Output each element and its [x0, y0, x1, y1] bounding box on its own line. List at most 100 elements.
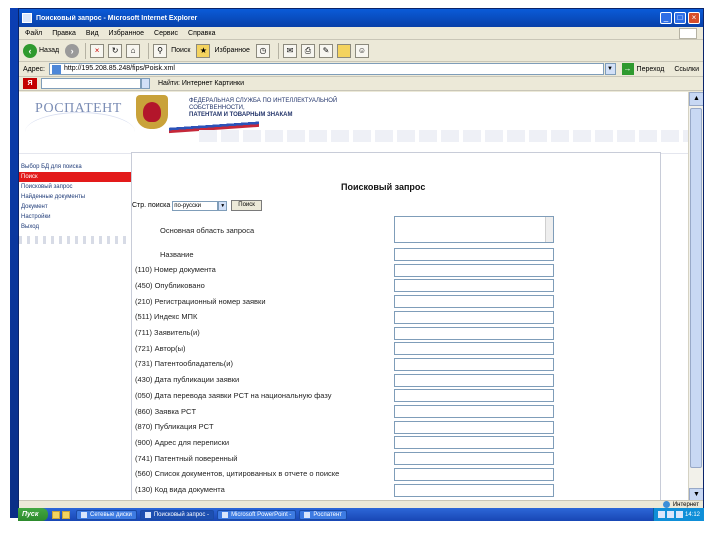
address-input[interactable]: http://195.208.85.248/fips/Poisk.xml — [48, 63, 604, 75]
menu-help[interactable]: Справка — [188, 30, 215, 37]
messenger-icon[interactable]: ☺ — [354, 43, 369, 58]
nav-divider — [19, 236, 127, 244]
search-button[interactable]: ⚲ Поиск — [153, 42, 190, 60]
main-query-label: Основная область запроса — [160, 225, 255, 235]
form-field-input[interactable] — [394, 342, 554, 356]
nav-item-exit[interactable]: Выход — [19, 222, 131, 232]
close-button[interactable]: × — [688, 12, 700, 24]
tray-icon[interactable] — [675, 511, 683, 518]
form-field-input[interactable] — [394, 326, 554, 340]
menu-view[interactable]: Вид — [86, 30, 99, 37]
form-field-row: (870) Публикация PCT — [135, 420, 555, 434]
yandex-logo-icon[interactable]: Я — [23, 78, 37, 89]
chevron-down-icon[interactable]: ▼ — [218, 200, 228, 211]
links-button[interactable]: Ссылки — [674, 66, 699, 73]
site-subtitle-line2: ПАТЕНТАМ И ТОВАРНЫМ ЗНАКАМ — [189, 112, 293, 118]
search-submit-button[interactable]: Поиск — [231, 200, 262, 211]
yandex-dropdown-icon[interactable] — [141, 78, 150, 89]
forward-button[interactable]: › — [65, 43, 80, 58]
form-field-label: Название — [160, 249, 194, 259]
folder-icon[interactable] — [336, 43, 351, 58]
form-field-row: (860) Заявка PCT — [135, 404, 555, 418]
stop-icon[interactable]: × — [90, 43, 105, 58]
search-icon: ⚲ — [153, 43, 168, 58]
yandex-search-input[interactable] — [41, 78, 141, 89]
form-field-row: (511) Индекс МПК — [135, 310, 555, 324]
vertical-scrollbar[interactable]: ▲ ▼ — [688, 92, 703, 502]
refresh-icon[interactable]: ↻ — [108, 43, 123, 58]
search-label: Поиск — [171, 47, 191, 54]
task-label: Поисковый запрос - — [153, 511, 210, 518]
form-field-input[interactable] — [394, 248, 554, 261]
quick-launch-icon[interactable] — [52, 510, 60, 519]
form-field-input[interactable] — [394, 483, 554, 497]
form-field-input[interactable] — [394, 452, 554, 466]
address-dropdown-icon[interactable]: ▼ — [604, 63, 616, 75]
menu-bar: Файл Правка Вид Избранное Сервис Справка — [19, 27, 703, 40]
globe-icon — [662, 501, 670, 508]
print-icon[interactable]: ⎙ — [300, 43, 315, 58]
nav-item-select-db[interactable]: Выбор БД для поиска — [19, 162, 131, 172]
task-search-query[interactable]: Поисковый запрос - — [139, 509, 215, 520]
nav-item-settings[interactable]: Настройки — [19, 212, 131, 222]
go-button[interactable]: → Переход — [621, 63, 664, 75]
mail-icon[interactable]: ✉ — [282, 43, 297, 58]
task-label: Сетевые диски — [90, 511, 132, 518]
status-zone: Интернет — [662, 501, 699, 508]
start-button[interactable]: Пуск — [18, 508, 48, 521]
side-nav: Выбор БД для поиска Поиск Поисковый запр… — [19, 162, 131, 244]
form-field-input[interactable] — [394, 373, 554, 387]
main-query-textarea[interactable] — [394, 216, 554, 243]
form-field-input[interactable] — [394, 467, 554, 481]
menu-edit[interactable]: Правка — [52, 30, 76, 37]
tray-icon[interactable] — [666, 511, 674, 518]
nav-item-search[interactable]: Поиск — [19, 172, 131, 182]
search-language-select[interactable]: по-русски — [172, 200, 219, 211]
toolbar-separator — [148, 42, 150, 59]
edit-icon[interactable]: ✎ — [318, 43, 333, 58]
go-arrow-icon: → — [621, 63, 634, 75]
form-field-input[interactable] — [394, 405, 554, 418]
history-icon[interactable]: ◷ — [255, 43, 270, 58]
address-label: Адрес: — [23, 65, 45, 73]
menu-file[interactable]: Файл — [25, 30, 42, 37]
quick-launch-icon[interactable] — [62, 510, 70, 519]
menu-favorites[interactable]: Избранное — [109, 30, 144, 37]
minimize-button[interactable]: _ — [660, 12, 672, 24]
form-field-row: (560) Список документов, цитированных в … — [135, 467, 555, 481]
scroll-up-icon[interactable]: ▲ — [689, 92, 703, 106]
form-field-row: (430) Дата публикации заявки — [135, 373, 555, 387]
task-rospatent[interactable]: Роспатент — [299, 509, 348, 520]
textarea-scrollbar[interactable] — [545, 217, 553, 242]
header-band — [199, 130, 689, 142]
form-field-input[interactable] — [394, 279, 554, 293]
form-field-input[interactable] — [394, 389, 554, 403]
nav-item-query[interactable]: Поисковый запрос — [19, 182, 131, 192]
form-field-input[interactable] — [394, 436, 554, 450]
task-powerpoint[interactable]: Microsoft PowerPoint - — [217, 509, 297, 520]
menu-tools[interactable]: Сервис — [154, 30, 178, 37]
favorites-button[interactable]: ★ Избранное — [196, 42, 250, 60]
nav-item-found-docs[interactable]: Найденные документы — [19, 192, 131, 202]
home-icon[interactable]: ⌂ — [126, 43, 141, 58]
task-label: Роспатент — [313, 511, 343, 518]
back-button[interactable]: ‹ Назад — [23, 42, 59, 60]
form-field-input[interactable] — [394, 357, 554, 371]
yandex-find-text[interactable]: Найти: Интернет Картинки — [158, 80, 244, 87]
form-field-input[interactable] — [394, 295, 554, 309]
tray-icon[interactable] — [657, 511, 665, 518]
form-field-input[interactable] — [394, 263, 554, 277]
nav-item-document[interactable]: Документ — [19, 202, 131, 212]
rospatent-logo[interactable]: РОСПАТЕНТ — [35, 101, 122, 117]
form-field-label: (560) Список документов, цитированных в … — [135, 469, 340, 479]
form-field-input[interactable] — [394, 310, 554, 324]
scroll-thumb[interactable] — [690, 108, 702, 468]
status-bar: Интернет — [19, 500, 703, 508]
maximize-button[interactable]: □ — [674, 12, 686, 24]
task-network-drives[interactable]: Сетевые диски — [76, 509, 137, 520]
form-field-row: (130) Код вида документа — [135, 483, 555, 497]
powerpoint-icon — [222, 511, 229, 518]
search-language-row: Стр. поиска по-русски ▼ Поиск — [132, 200, 262, 211]
form-field-input[interactable] — [394, 420, 554, 434]
form-field-row: (741) Патентный поверенный — [135, 451, 555, 466]
